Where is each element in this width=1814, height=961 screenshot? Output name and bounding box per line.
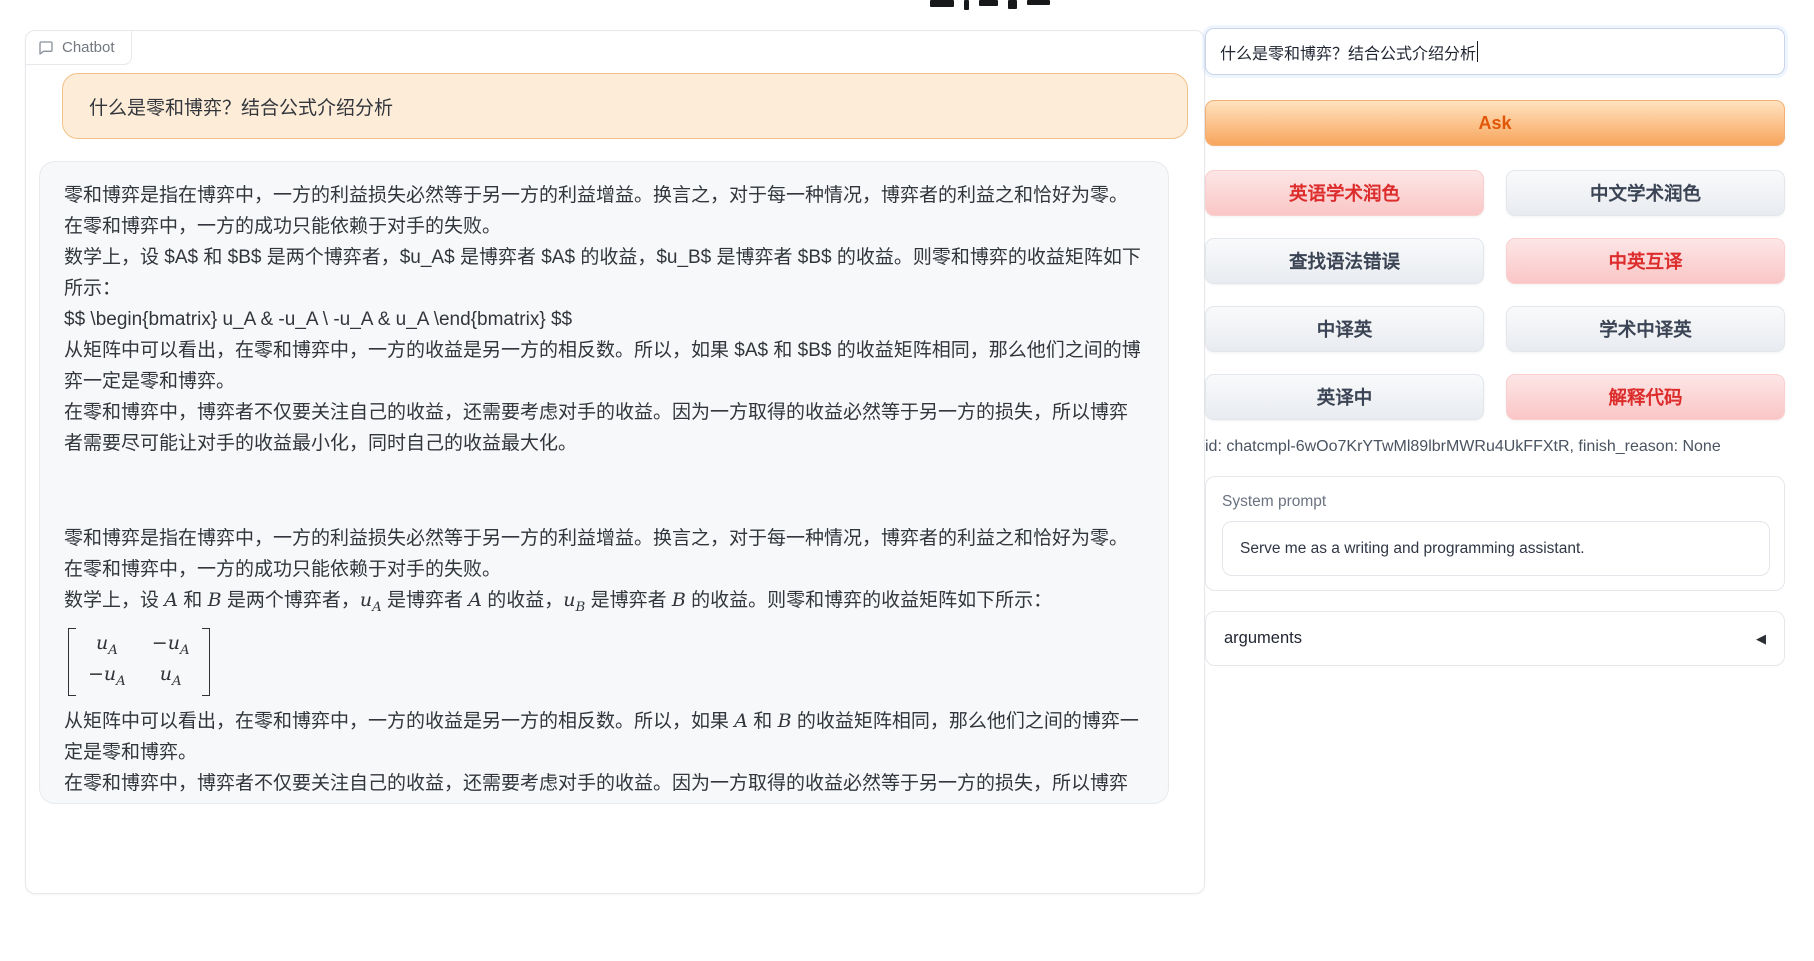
math-var: B [778, 710, 792, 732]
user-message-text: 什么是零和博弈？结合公式介绍分析 [89, 93, 393, 120]
arguments-accordion-label: arguments [1224, 629, 1302, 648]
function-button-find-grammar-errors[interactable]: 查找语法错误 [1205, 238, 1484, 284]
bot-paragraph: $$ \begin{bmatrix} u_A & -u_A \ -u_A & u… [64, 304, 1142, 335]
bot-paragraph: 数学上，设 A 和 B 是两个博弈者，uA 是博弈者 A 的收益，uB 是博弈者… [64, 585, 1142, 623]
bot-message-bubble: 零和博弈是指在博弈中，一方的利益损失必然等于另一方的利益增益。换言之，对于每一种… [39, 161, 1169, 804]
payoff-matrix: uA −uA −uA uA [68, 628, 210, 697]
matrix-bracket-left [68, 628, 76, 697]
clipped-page-title-fragment [930, 0, 1050, 10]
function-button-english-to-chinese[interactable]: 英译中 [1205, 374, 1484, 420]
math-var: B [672, 589, 686, 611]
bot-message-content: 零和博弈是指在博弈中，一方的利益损失必然等于另一方的利益增益。换言之，对于每一种… [64, 180, 1142, 804]
arguments-accordion-header[interactable]: arguments ◀ [1205, 611, 1785, 666]
math-var: A [164, 589, 178, 611]
bot-paragraph: 数学上，设 $A$ 和 $B$ 是两个博弈者，$u_A$ 是博弈者 $A$ 的收… [64, 242, 1142, 304]
system-prompt-value: Serve me as a writing and programming as… [1240, 540, 1585, 558]
matrix-cell: −uA [88, 664, 126, 692]
system-prompt-input[interactable]: Serve me as a writing and programming as… [1222, 521, 1770, 576]
chatbot-panel-label: Chatbot [26, 31, 132, 65]
system-prompt-label: System prompt [1222, 493, 1770, 511]
function-button-explain-code[interactable]: 解释代码 [1506, 374, 1785, 420]
function-button-chinese-to-english[interactable]: 中译英 [1205, 306, 1484, 352]
matrix-cell: uA [152, 664, 190, 692]
ask-button[interactable]: Ask [1205, 100, 1785, 146]
matrix-cell: −uA [152, 633, 190, 661]
matrix-bracket-right [202, 628, 210, 697]
prompt-input-value: 什么是零和博弈？结合公式介绍分析 [1220, 40, 1476, 64]
control-column: 什么是零和博弈？结合公式介绍分析 Ask 英语学术润色中文学术润色查找语法错误中… [1205, 28, 1785, 666]
bot-paragraph: 从矩阵中可以看出，在零和博弈中，一方的收益是另一方的相反数。所以，如果 $A$ … [64, 335, 1142, 397]
prompt-input[interactable]: 什么是零和博弈？结合公式介绍分析 [1205, 28, 1785, 75]
user-message-bubble: 什么是零和博弈？结合公式介绍分析 [62, 73, 1188, 139]
function-button-english-academic-polishing[interactable]: 英语学术润色 [1205, 170, 1484, 216]
message-block-gap [64, 459, 1142, 523]
accordion-collapse-icon: ◀ [1756, 631, 1766, 647]
bot-paragraph: 零和博弈是指在博弈中，一方的利益损失必然等于另一方的利益增益。换言之，对于每一种… [64, 180, 1142, 242]
math-var: uA [360, 589, 382, 611]
math-var: A [734, 710, 748, 732]
completion-status-line: id: chatcmpl-6wOo7KrYTwMl89lbrMWRu4UkFFX… [1205, 438, 1785, 456]
math-var: uA [96, 632, 118, 654]
text-cursor [1477, 41, 1478, 62]
function-button-academic-chinese-to-english[interactable]: 学术中译英 [1506, 306, 1785, 352]
speech-bubble-icon [38, 40, 54, 56]
math-var: A [468, 589, 482, 611]
math-var: uB [563, 589, 585, 611]
matrix-cell: uA [88, 633, 126, 661]
chatbot-panel: Chatbot 什么是零和博弈？结合公式介绍分析 零和博弈是指在博弈中，一方的利… [25, 30, 1205, 894]
bot-paragraph: 从矩阵中可以看出，在零和博弈中，一方的收益是另一方的相反数。所以，如果 A 和 … [64, 706, 1142, 768]
math-var: uA [160, 663, 182, 685]
math-var: −uA [152, 632, 190, 654]
math-var: −uA [88, 663, 126, 685]
function-button-grid: 英语学术润色中文学术润色查找语法错误中英互译中译英学术中译英英译中解释代码 [1205, 170, 1785, 420]
function-button-chinese-academic-polishing[interactable]: 中文学术润色 [1506, 170, 1785, 216]
system-prompt-box: System prompt Serve me as a writing and … [1205, 476, 1785, 591]
bot-paragraph: 在零和博弈中，博弈者不仅要关注自己的收益，还需要考虑对手的收益。因为一方取得的收… [64, 768, 1142, 804]
function-button-chinese-english-mutual-translation[interactable]: 中英互译 [1506, 238, 1785, 284]
matrix-cells: uA −uA −uA uA [76, 628, 202, 697]
math-var: B [208, 589, 222, 611]
bot-paragraph: 在零和博弈中，博弈者不仅要关注自己的收益，还需要考虑对手的收益。因为一方取得的收… [64, 397, 1142, 459]
chatbot-label-text: Chatbot [62, 39, 115, 56]
bot-paragraph: 零和博弈是指在博弈中，一方的利益损失必然等于另一方的利益增益。换言之，对于每一种… [64, 523, 1142, 585]
